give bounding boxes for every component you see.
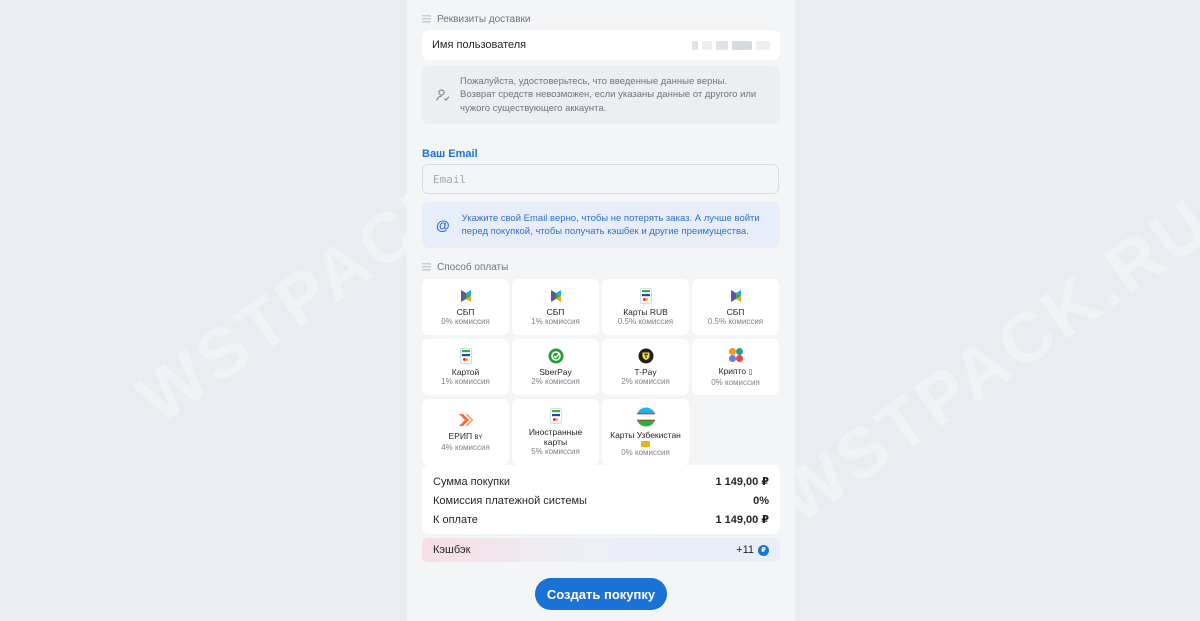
payment-method-fee: 2% комиссия xyxy=(531,376,580,386)
delivery-section-title: Реквизиты доставки xyxy=(437,13,531,25)
payment-method-foreign-cards[interactable]: Иностранные карты 5% комиссия xyxy=(512,399,599,465)
data-warning-notice: Пожалуйста, удостоверьтесь, что введенны… xyxy=(422,66,780,124)
card-icon xyxy=(458,347,474,364)
payment-method-fee: 0% комиссия xyxy=(711,377,760,387)
username-row[interactable]: Имя пользователя xyxy=(422,30,780,60)
drag-handle-icon xyxy=(422,263,431,271)
uz-card-badge-icon xyxy=(641,440,650,447)
email-note-line: Укажите свой Email верно, чтобы не потер… xyxy=(461,212,760,224)
create-purchase-button[interactable]: Создать покупку xyxy=(535,578,667,610)
summary-label: К оплате xyxy=(433,514,478,526)
payment-section-title: Способ оплаты xyxy=(437,261,509,273)
payment-method-name: ЕРИП BY xyxy=(449,431,483,443)
summary-row-fee: Комиссия платежной системы 0% xyxy=(433,492,769,511)
payment-methods-grid: СБП 0% комиссия СБП 1% комиссия Карты RU… xyxy=(422,279,780,465)
email-note-line: перед покупкой, чтобы получать кэшбек и … xyxy=(461,226,749,237)
sbp-icon xyxy=(548,288,564,304)
email-label: Ваш Email xyxy=(422,148,478,160)
payment-method-fee: 0% комиссия xyxy=(441,316,490,326)
notice-line: Возврат средств невозможен, если указаны… xyxy=(460,89,757,101)
uzbekistan-flag-icon xyxy=(636,407,656,427)
sberpay-icon xyxy=(548,348,564,364)
notice-line: чужого существующего аккаунта. xyxy=(460,102,607,114)
summary-row-total: К оплате 1 149,00 ₽ xyxy=(433,511,769,530)
payment-method-tpay[interactable]: T-Pay 2% комиссия xyxy=(602,339,689,395)
crypto-coin-icon: ▯ xyxy=(748,368,753,376)
card-icon xyxy=(548,407,564,424)
payment-section-label: Способ оплаты xyxy=(422,260,780,274)
sbp-icon xyxy=(728,288,744,304)
payment-method-name: Картой xyxy=(451,366,480,377)
payment-method-name: СБП xyxy=(726,306,745,317)
cashback-row: Кэшбэк +11 ₽ xyxy=(422,538,780,562)
data-warning-text: Пожалуйста, удостоверьтесь, что введенны… xyxy=(460,75,756,116)
payment-method-fee: 5% комиссия xyxy=(531,446,580,456)
cashback-value-group: +11 ₽ xyxy=(736,544,769,556)
payment-method-name: Крипто ▯ xyxy=(719,366,753,378)
crypto-icon xyxy=(728,347,744,363)
payment-method-fee: 1% комиссия xyxy=(441,376,490,386)
payment-method-fee: 0.5% комиссия xyxy=(617,316,674,326)
payment-method-fee: 1% комиссия xyxy=(531,316,580,326)
bonus-coin-icon: ₽ xyxy=(758,544,769,556)
drag-handle-icon xyxy=(422,15,431,23)
payment-method-name: T-Pay xyxy=(634,366,657,377)
username-value-blurred xyxy=(692,40,770,50)
payment-method-sbp-1[interactable]: СБП 1% комиссия xyxy=(512,279,599,335)
payment-method-name: Иностранные карты xyxy=(528,426,583,447)
payment-method-sbp-0[interactable]: СБП 0% комиссия xyxy=(422,279,509,335)
watermark-right: WSTPACK.RU xyxy=(763,182,1200,538)
payment-method-name: СБП xyxy=(546,306,565,317)
payment-method-fee: 0% комиссия xyxy=(621,447,670,457)
delivery-section-label: Реквизиты доставки xyxy=(422,0,780,26)
order-summary: Сумма покупки 1 149,00 ₽ Комиссия платеж… xyxy=(422,465,780,534)
payment-method-name: Карты RUB xyxy=(623,306,668,317)
payment-method-crypto[interactable]: Крипто ▯ 0% комиссия xyxy=(692,339,779,395)
summary-value: 1 149,00 ₽ xyxy=(715,476,769,488)
payment-method-name: СБП xyxy=(456,306,475,317)
email-info-text: Укажите свой Email верно, чтобы не потер… xyxy=(462,212,760,239)
summary-value: 0% xyxy=(753,495,769,507)
cashback-label: Кэшбэк xyxy=(433,544,471,556)
summary-row-purchase: Сумма покупки 1 149,00 ₽ xyxy=(433,473,769,492)
payment-method-erip[interactable]: ЕРИП BY 4% комиссия xyxy=(422,399,509,465)
summary-label: Комиссия платежной системы xyxy=(433,495,587,507)
payment-method-fee: 4% комиссия xyxy=(441,442,490,452)
payment-method-name: SberPay xyxy=(539,366,572,377)
payment-method-sberpay[interactable]: SberPay 2% комиссия xyxy=(512,339,599,395)
notice-line: Пожалуйста, удостоверьтесь, что введенны… xyxy=(460,75,728,87)
at-sign-icon: @ xyxy=(436,217,450,233)
username-label: Имя пользователя xyxy=(432,39,527,51)
summary-value: 1 149,00 ₽ xyxy=(715,514,769,526)
tpay-icon xyxy=(638,348,654,364)
country-code-by: BY xyxy=(474,434,483,441)
payment-method-name: Карты Узбекистан xyxy=(610,429,681,440)
sbp-icon xyxy=(458,288,474,304)
user-check-icon xyxy=(436,89,450,101)
summary-label: Сумма покупки xyxy=(433,476,511,488)
payment-method-cards-rub[interactable]: Карты RUB 0.5% комиссия xyxy=(602,279,689,335)
payment-method-fee: 2% комиссия xyxy=(621,376,670,386)
card-icon xyxy=(638,287,654,304)
payment-method-name-text: ЕРИП xyxy=(448,430,473,441)
payment-method-sbp-2[interactable]: СБП 0.5% комиссия xyxy=(692,279,779,335)
erip-icon xyxy=(458,412,474,428)
payment-method-fee: 0.5% комиссия xyxy=(707,316,764,326)
payment-method-uzbekistan-cards[interactable]: Карты Узбекистан 0% комиссия xyxy=(602,399,689,465)
payment-method-card[interactable]: Картой 1% комиссия xyxy=(422,339,509,395)
payment-method-name-text: Крипто xyxy=(718,365,747,376)
checkout-panel: Реквизиты доставки Имя пользователя Пожа… xyxy=(407,0,795,621)
email-info-notice: @ Укажите свой Email верно, чтобы не пот… xyxy=(422,202,780,248)
cashback-value: +11 xyxy=(736,544,754,556)
email-input[interactable] xyxy=(422,164,779,194)
